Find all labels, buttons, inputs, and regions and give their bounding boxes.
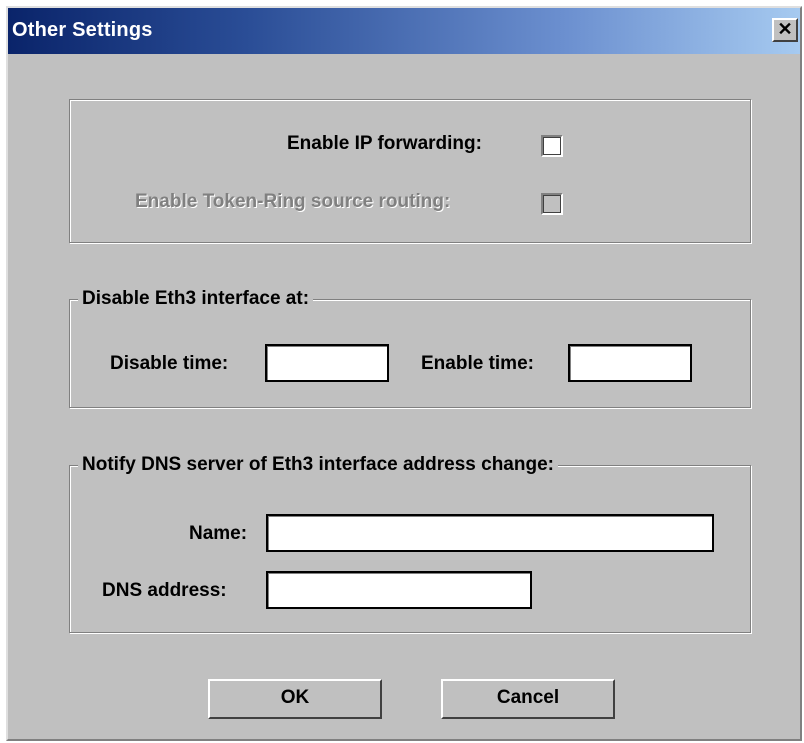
notify-dns-group: Notify DNS server of Eth3 interface addr… bbox=[69, 454, 751, 633]
routing-group: Enable IP forwarding: Enable Token-Ring … bbox=[69, 99, 751, 243]
disable-time-label: Disable time: bbox=[110, 353, 229, 374]
close-icon: ✕ bbox=[777, 19, 793, 39]
other-settings-dialog: Other Settings ✕ Enable IP forwarding: E… bbox=[6, 6, 802, 741]
ok-button[interactable]: OK bbox=[208, 679, 382, 719]
token-ring-label: Enable Token-Ring source routing: bbox=[135, 191, 451, 212]
notify-dns-legend: Notify DNS server of Eth3 interface addr… bbox=[78, 454, 558, 476]
close-button[interactable]: ✕ bbox=[772, 18, 798, 42]
ip-forwarding-checkbox[interactable] bbox=[541, 135, 563, 157]
cancel-button[interactable]: Cancel bbox=[441, 679, 615, 719]
enable-time-input[interactable] bbox=[568, 344, 692, 382]
dns-address-input[interactable] bbox=[266, 571, 532, 609]
dialog-title: Other Settings bbox=[12, 19, 153, 41]
title-bar: Other Settings ✕ bbox=[8, 8, 800, 54]
name-label: Name: bbox=[189, 523, 248, 544]
name-input[interactable] bbox=[266, 514, 714, 552]
dns-address-label: DNS address: bbox=[102, 580, 227, 601]
ip-forwarding-label: Enable IP forwarding: bbox=[287, 133, 482, 154]
token-ring-checkbox bbox=[541, 193, 563, 215]
disable-time-input[interactable] bbox=[265, 344, 389, 382]
disable-eth3-group: Disable Eth3 interface at: Disable time:… bbox=[69, 288, 751, 408]
disable-eth3-legend: Disable Eth3 interface at: bbox=[78, 288, 314, 310]
enable-time-label: Enable time: bbox=[421, 353, 534, 374]
